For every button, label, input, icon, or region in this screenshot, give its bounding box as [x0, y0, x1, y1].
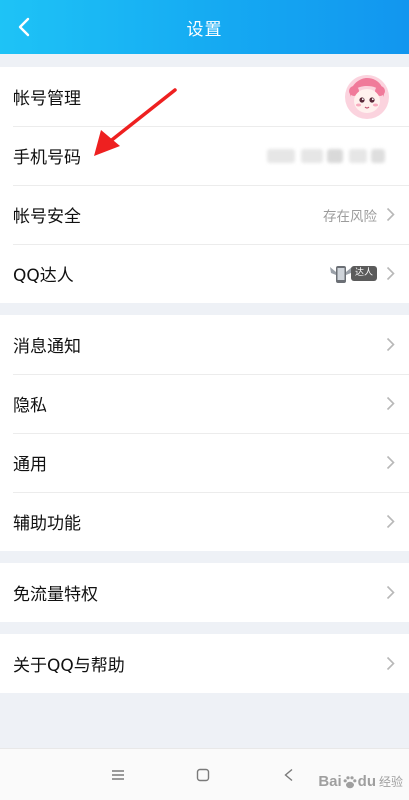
- general-row[interactable]: 通用: [0, 433, 409, 492]
- baidu-watermark: Bai du 经验: [318, 773, 403, 790]
- avatar: [345, 74, 389, 119]
- system-nav-bar: Bai du 经验: [0, 748, 409, 800]
- account-security-row[interactable]: 帐号安全 存在风险: [0, 185, 409, 244]
- watermark-brand-suffix: du: [357, 773, 376, 790]
- chevron-left-icon: [18, 17, 30, 37]
- row-label: 隐私: [13, 396, 47, 416]
- home-square-icon: [196, 768, 210, 782]
- row-label: QQ达人: [13, 266, 74, 286]
- phone-number-row[interactable]: 手机号码: [0, 126, 409, 185]
- expert-badge: 达人: [328, 263, 377, 285]
- account-group: 帐号管理 手机号码 帐号安全 存在风险 QQ达人 达人: [0, 67, 409, 303]
- menu-icon: [112, 770, 124, 780]
- page-title: 设置: [186, 19, 223, 40]
- chevron-right-icon: [386, 514, 395, 529]
- notifications-row[interactable]: 消息通知: [0, 315, 409, 374]
- watermark-brand: Bai: [318, 773, 342, 790]
- data-privilege-group: 免流量特权: [0, 563, 409, 622]
- menu-button[interactable]: [96, 749, 140, 800]
- back-triangle-icon: [284, 768, 293, 782]
- paw-icon: [343, 775, 357, 788]
- free-data-row[interactable]: 免流量特权: [0, 563, 409, 622]
- back-nav-button[interactable]: [267, 749, 311, 800]
- row-label: 通用: [13, 455, 47, 475]
- security-status-text: 存在风险: [323, 208, 377, 225]
- accessibility-row[interactable]: 辅助功能: [0, 492, 409, 551]
- about-group: 关于QQ与帮助: [0, 634, 409, 693]
- row-label: 帐号安全: [13, 207, 81, 227]
- home-button[interactable]: [181, 749, 225, 800]
- row-label: 免流量特权: [13, 585, 98, 605]
- badge-label: 达人: [350, 266, 377, 281]
- chevron-right-icon: [386, 656, 395, 671]
- account-management-row[interactable]: 帐号管理: [0, 67, 409, 126]
- row-label: 辅助功能: [13, 514, 81, 534]
- back-button[interactable]: [6, 9, 42, 45]
- blurred-phone-value: [267, 148, 385, 163]
- chevron-right-icon: [386, 585, 395, 600]
- chevron-right-icon: [386, 266, 395, 281]
- row-label: 手机号码: [13, 148, 81, 168]
- about-help-row[interactable]: 关于QQ与帮助: [0, 634, 409, 693]
- row-label: 帐号管理: [13, 89, 81, 109]
- title-bar: 设置: [0, 0, 409, 54]
- general-group: 消息通知 隐私 通用 辅助功能: [0, 315, 409, 551]
- row-label: 消息通知: [13, 337, 81, 357]
- watermark-jingyan: 经验: [378, 775, 403, 789]
- privacy-row[interactable]: 隐私: [0, 374, 409, 433]
- qq-expert-row[interactable]: QQ达人 达人: [0, 244, 409, 303]
- chevron-right-icon: [386, 455, 395, 470]
- chevron-right-icon: [386, 207, 395, 222]
- chevron-right-icon: [386, 337, 395, 352]
- row-label: 关于QQ与帮助: [13, 656, 125, 676]
- chevron-right-icon: [386, 396, 395, 411]
